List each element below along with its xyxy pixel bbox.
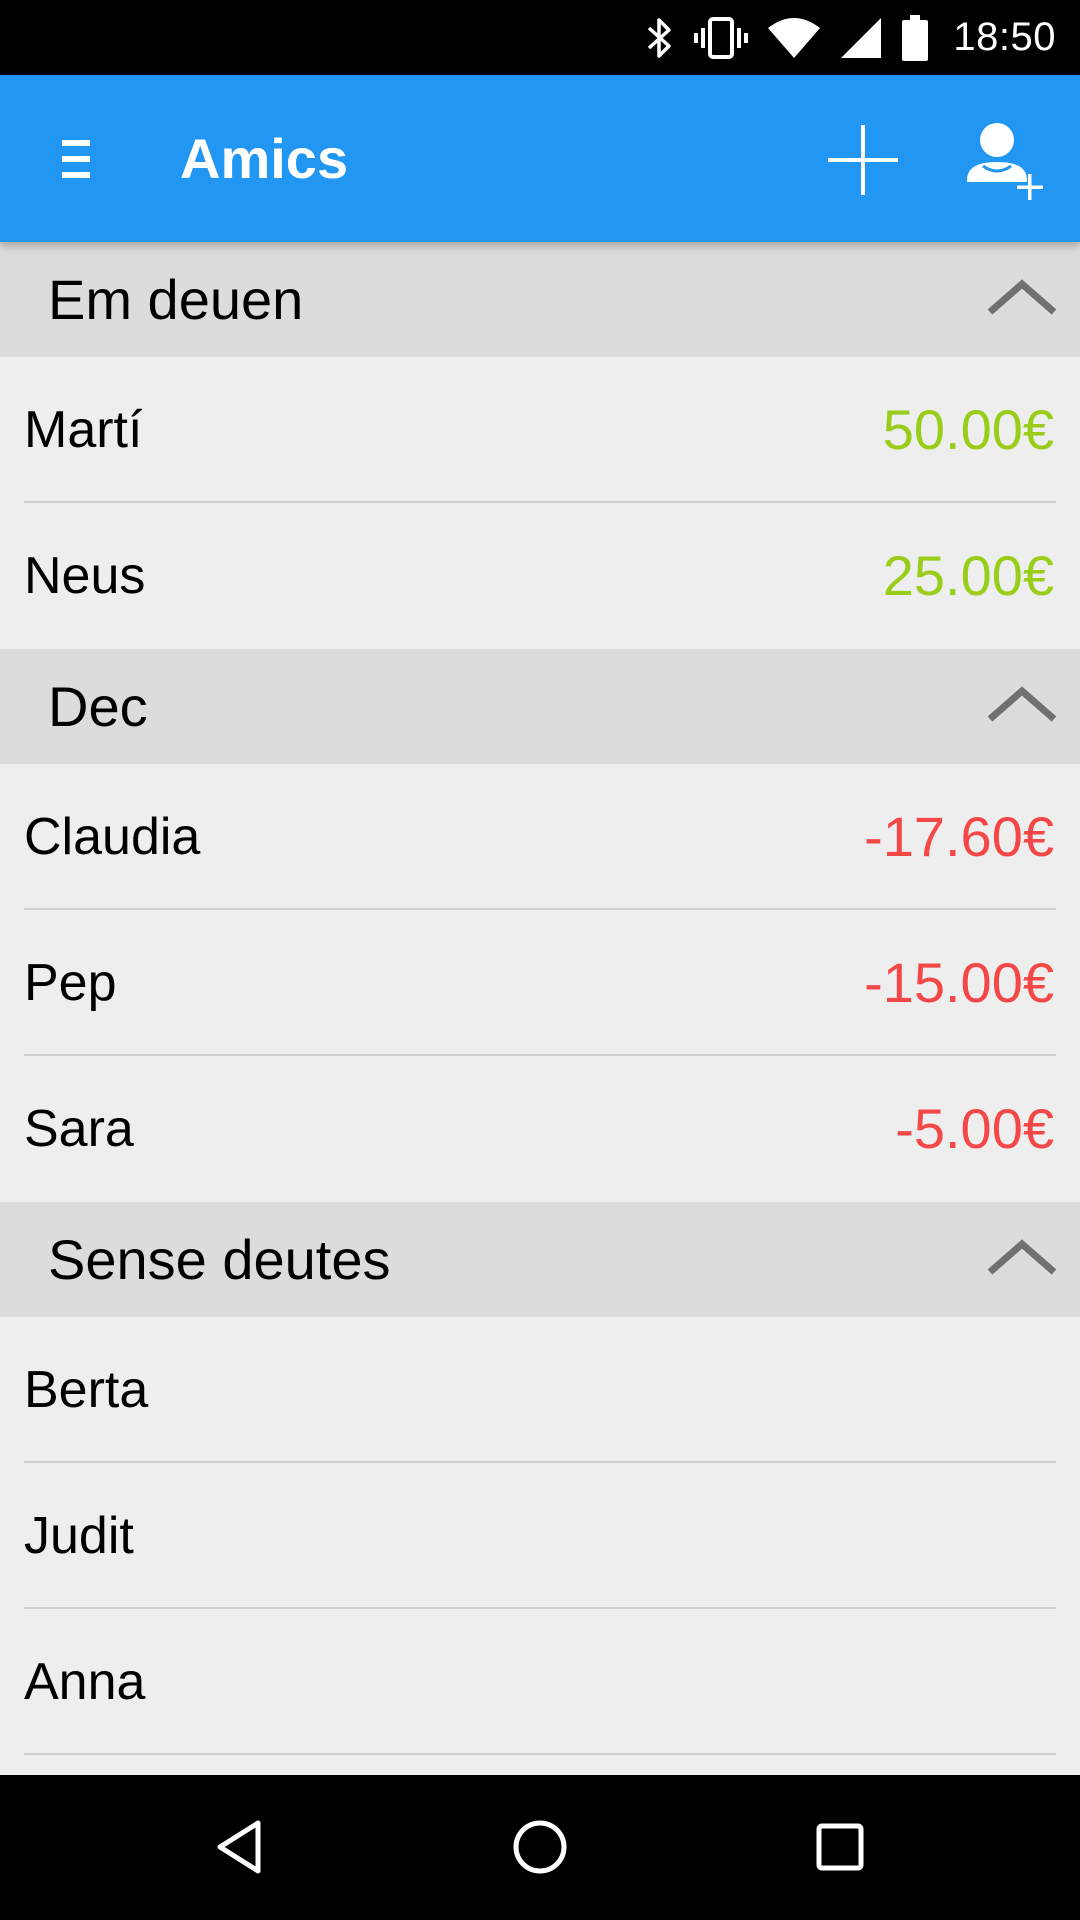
- chevron-up-icon[interactable]: [986, 276, 1058, 320]
- recents-button[interactable]: [790, 1797, 890, 1897]
- chevron-up-icon[interactable]: [986, 683, 1058, 727]
- home-button[interactable]: [490, 1797, 590, 1897]
- friend-balance: -15.00€: [864, 951, 1054, 1014]
- battery-icon: [902, 14, 929, 61]
- friend-name: Claudia: [24, 808, 201, 866]
- status-icons: 18:50: [645, 0, 1056, 75]
- chevron-up-icon[interactable]: [986, 1236, 1058, 1280]
- status-time: 18:50: [953, 15, 1056, 59]
- list-item[interactable]: Neus 25.00€: [0, 503, 1080, 649]
- app-bar: Amics: [0, 75, 1080, 242]
- add-icon: [828, 125, 898, 195]
- friend-balance: -17.60€: [864, 805, 1054, 868]
- page-title: Amics: [180, 127, 349, 190]
- section-header-em-deuen[interactable]: Em deuen: [0, 242, 1080, 357]
- section-title: Sense deutes: [48, 1228, 391, 1291]
- navigation-bar: [0, 1775, 1080, 1920]
- status-bar: 18:50: [0, 0, 1080, 75]
- friends-list: Em deuen Martí 50.00€ Neus 25.00€ Dec Cl…: [0, 242, 1080, 1755]
- friend-name: Anna: [24, 1653, 146, 1711]
- section-title: Em deuen: [48, 268, 304, 331]
- section-header-dec[interactable]: Dec: [0, 649, 1080, 764]
- menu-icon: [62, 140, 90, 178]
- list-item[interactable]: Anna: [0, 1609, 1080, 1755]
- home-icon: [513, 1820, 567, 1874]
- list-item[interactable]: Judit: [0, 1463, 1080, 1609]
- vibrate-icon: [694, 16, 749, 59]
- screen: 18:50 Amics Em deuen Martí 50.00€ Neus 2…: [0, 0, 1080, 1920]
- friend-name: Pep: [24, 954, 117, 1012]
- list-item[interactable]: Berta: [0, 1317, 1080, 1463]
- section-header-sense-deutes[interactable]: Sense deutes: [0, 1202, 1080, 1317]
- friend-balance: 25.00€: [882, 544, 1054, 607]
- section-title: Dec: [48, 675, 148, 738]
- add-button[interactable]: [818, 115, 908, 205]
- wifi-icon: [768, 17, 821, 58]
- menu-button[interactable]: [40, 115, 112, 203]
- list-item[interactable]: Sara -5.00€: [0, 1056, 1080, 1202]
- back-icon: [217, 1820, 261, 1874]
- friend-name: Judit: [24, 1507, 134, 1565]
- signal-icon: [841, 17, 882, 58]
- friend-balance: -5.00€: [895, 1097, 1054, 1160]
- friend-name: Berta: [24, 1361, 149, 1419]
- divider: [24, 1753, 1056, 1755]
- friend-balance: 50.00€: [882, 398, 1054, 461]
- add-friend-button[interactable]: [952, 109, 1062, 209]
- list-item[interactable]: Martí 50.00€: [0, 357, 1080, 503]
- add-friend-icon: [967, 123, 1043, 200]
- back-button[interactable]: [190, 1797, 290, 1897]
- recents-icon: [816, 1823, 864, 1871]
- bluetooth-icon: [648, 17, 672, 58]
- list-item[interactable]: Pep -15.00€: [0, 910, 1080, 1056]
- friend-name: Martí: [24, 401, 143, 459]
- friend-name: Sara: [24, 1100, 134, 1158]
- list-item[interactable]: Claudia -17.60€: [0, 764, 1080, 910]
- friend-name: Neus: [24, 547, 146, 605]
